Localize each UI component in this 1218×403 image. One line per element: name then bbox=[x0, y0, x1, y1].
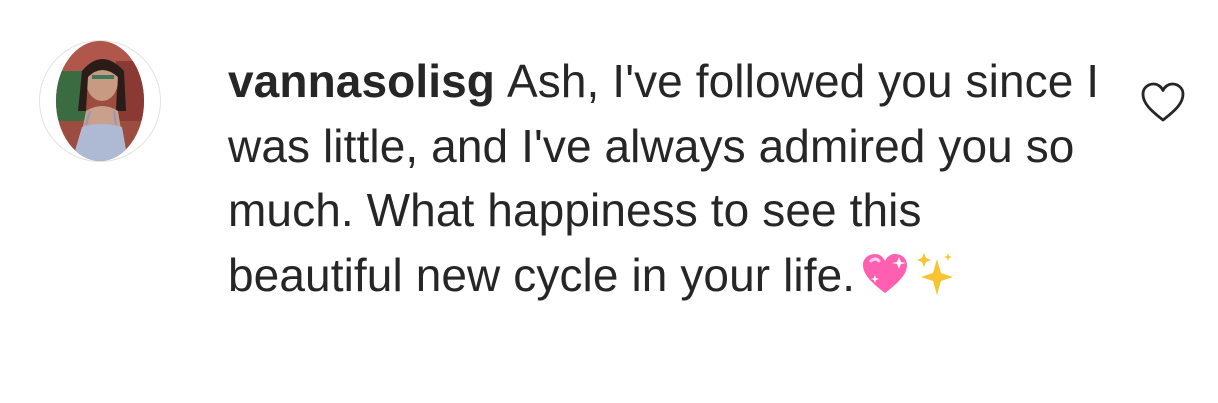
comment-body: vannasolisg Ash, I've followed you since … bbox=[228, 49, 1108, 313]
heart-outline-icon bbox=[1141, 82, 1185, 122]
comment-username[interactable]: vannasolisg bbox=[228, 55, 495, 107]
avatar[interactable] bbox=[39, 40, 161, 162]
comment-row: vannasolisg Ash, I've followed you since … bbox=[0, 0, 1218, 403]
avatar-photo bbox=[56, 41, 144, 161]
like-button[interactable] bbox=[1140, 81, 1186, 123]
sparkling-heart-icon bbox=[861, 249, 909, 314]
sparkles-icon bbox=[915, 249, 955, 314]
